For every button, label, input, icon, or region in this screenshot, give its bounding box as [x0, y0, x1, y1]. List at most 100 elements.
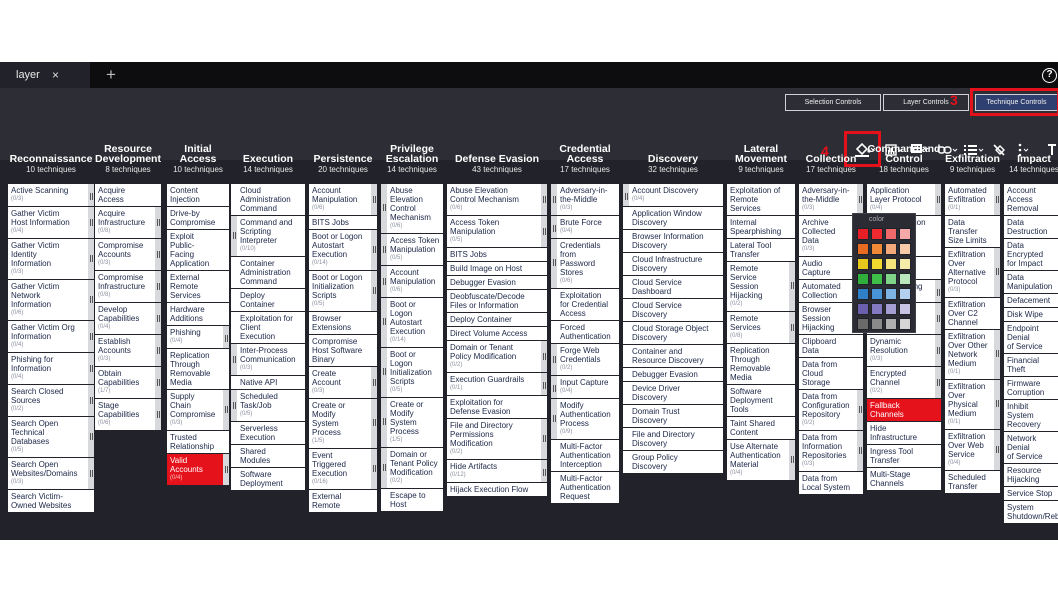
technique-cell[interactable]: Domain Trust Discovery [623, 405, 723, 428]
technique-cell[interactable]: Phishing for Information (0/4) [8, 353, 94, 385]
technique-cell[interactable]: Debugger Evasion [447, 276, 547, 290]
technique-cell[interactable]: Compromise Accounts (0/3) [95, 239, 161, 271]
subtechnique-expand-handle[interactable] [994, 330, 1000, 379]
technique-cell[interactable]: Event Triggered Execution (0/16) [309, 449, 377, 490]
color-swatch[interactable] [899, 258, 911, 270]
technique-cell[interactable]: Modify Authentication Process (0/9) [551, 399, 619, 440]
color-swatch[interactable] [885, 273, 897, 285]
tactic-header[interactable]: Initial Access 10 techniques [167, 144, 229, 174]
tactic-header[interactable]: Exfiltration 9 techniques [945, 144, 1000, 174]
technique-cell[interactable]: Stage Capabilities (0/6) [95, 399, 161, 431]
technique-cell[interactable]: Serverless Execution [231, 422, 305, 445]
technique-cell[interactable]: Exfiltration Over C2 Channel [945, 298, 1000, 330]
technique-cell[interactable]: Application Layer Protocol (0/4) [867, 184, 941, 216]
selection-controls-tab[interactable]: Selection Controls [785, 94, 881, 111]
subtechnique-expand-handle[interactable] [551, 216, 557, 238]
technique-cell[interactable]: Fallback Channels [867, 399, 941, 422]
technique-cell[interactable]: Data Encrypted for Impact [1004, 239, 1058, 271]
technique-cell[interactable]: Hardware Additions [167, 303, 229, 326]
technique-cell[interactable]: Group Policy Discovery [623, 451, 723, 474]
technique-cell[interactable]: BITS Jobs [447, 248, 547, 262]
technique-cell[interactable]: Hide Infrastructure [867, 422, 941, 445]
technique-cell[interactable]: Abuse Elevation Control Mechanism (0/6) [447, 184, 547, 216]
technique-cell[interactable]: Data Destruction [1004, 216, 1058, 239]
technique-cell[interactable]: Browser Information Discovery [623, 230, 723, 253]
technique-cell[interactable]: Deploy Container [231, 289, 305, 312]
subtechnique-expand-handle[interactable] [88, 385, 94, 416]
technique-cell[interactable]: SystemShutdown/Reboot [1004, 501, 1058, 524]
technique-cell[interactable]: Boot or Logon Autostart Execution (0/14) [309, 230, 377, 271]
technique-cell[interactable]: Domain or Tenant Policy Modification (0/2) [381, 448, 443, 489]
tactic-header[interactable]: Credential Access 17 techniques [551, 144, 619, 174]
technique-cell[interactable]: Hide Artifacts (0/12) [447, 460, 547, 483]
subtechnique-expand-handle[interactable] [155, 207, 161, 238]
technique-cell[interactable]: External Remote [309, 490, 377, 513]
help-icon[interactable]: ? [1042, 68, 1057, 83]
technique-cell[interactable]: Inhibit System Recovery [1004, 400, 1058, 432]
subtechnique-expand-handle[interactable] [789, 262, 795, 311]
subtechnique-expand-handle[interactable] [381, 184, 387, 233]
technique-cell[interactable]: Financial Theft [1004, 354, 1058, 377]
technique-cell[interactable]: Forced Authentication [551, 321, 619, 344]
subtechnique-expand-handle[interactable] [541, 373, 547, 395]
technique-cell[interactable]: Gather Victim Host Information (0/4) [8, 207, 94, 239]
technique-cell[interactable]: Exfiltration Over Other Network Medium (0/1) [945, 330, 1000, 380]
technique-cell[interactable]: Phishing (0/4) [167, 326, 229, 349]
technique-cell[interactable]: Endpoint Denial of Service [1004, 322, 1058, 354]
subtechnique-expand-handle[interactable] [789, 440, 795, 480]
technique-cell[interactable]: Software Deployment Tools [727, 385, 795, 417]
subtechnique-expand-handle[interactable] [231, 216, 237, 256]
technique-cell[interactable]: Network Denial of Service [1004, 432, 1058, 464]
subtechnique-expand-handle[interactable] [155, 303, 161, 334]
technique-cell[interactable]: Service Stop [1004, 487, 1058, 501]
technique-cell[interactable]: Boot or Logon Initialization Scripts (0/5) [309, 271, 377, 312]
color-swatch[interactable] [857, 243, 869, 255]
color-swatch[interactable] [857, 273, 869, 285]
color-swatch[interactable] [871, 303, 883, 315]
technique-cell[interactable]: Dynamic Resolution (0/3) [867, 335, 941, 367]
technique-cell[interactable]: Scheduled Transfer [945, 471, 1000, 494]
technique-cell[interactable]: Credentials from Password Stores (0/6) [551, 239, 619, 289]
technique-cell[interactable]: Account Manipulation (0/6) [381, 266, 443, 298]
subtechnique-expand-handle[interactable] [155, 271, 161, 302]
tactic-header[interactable]: Discovery 32 techniques [623, 144, 723, 174]
technique-cell[interactable]: Abuse Elevation Control Mechanism (0/6) [381, 184, 443, 234]
technique-cell[interactable]: Automated Exfiltration (0/1) [945, 184, 1000, 216]
subtechnique-expand-handle[interactable] [541, 341, 547, 372]
technique-cell[interactable]: Boot or Logon Autostart Execution (0/14) [381, 298, 443, 348]
color-swatch[interactable] [871, 258, 883, 270]
technique-cell[interactable]: Resource Hijacking [1004, 464, 1058, 487]
subtechnique-expand-handle[interactable] [371, 184, 377, 215]
technique-cell[interactable]: Multi-Stage Channels [867, 468, 941, 491]
subtechnique-expand-handle[interactable] [155, 239, 161, 270]
technique-cell[interactable]: Exploitation for Defense Evasion [447, 396, 547, 419]
subtechnique-expand-handle[interactable] [541, 460, 547, 482]
technique-cell[interactable]: Data from Information Repositories (0/3) [799, 431, 863, 472]
technique-cell[interactable]: Firmware Corruption [1004, 377, 1058, 400]
close-icon[interactable]: × [52, 68, 59, 82]
technique-cell[interactable]: Cloud Storage Object Discovery [623, 322, 723, 345]
tactic-header[interactable]: Impact 14 techniques [1004, 144, 1058, 174]
technique-cell[interactable]: Data from Cloud Storage [799, 358, 863, 390]
technique-cell[interactable]: Data from Local System [799, 472, 863, 495]
subtechnique-expand-handle[interactable] [88, 321, 94, 352]
color-swatch[interactable] [871, 228, 883, 240]
tactic-header[interactable]: Lateral Movement 9 techniques [727, 144, 795, 174]
subtechnique-expand-handle[interactable] [935, 280, 941, 302]
technique-cell[interactable]: Multi-Factor Authentication Interception [551, 440, 619, 472]
technique-cell[interactable]: Forge Web Credentials (0/2) [551, 344, 619, 376]
subtechnique-expand-handle[interactable] [551, 376, 557, 398]
technique-cell[interactable]: Acquire Infrastructure (0/8) [95, 207, 161, 239]
technique-cell[interactable]: Software Deployment [231, 468, 305, 491]
technique-cell[interactable]: Remote Services (0/8) [727, 312, 795, 344]
technique-cell[interactable]: Execution Guardrails (0/1) [447, 373, 547, 396]
tactic-header[interactable]: Collection 17 techniques [799, 144, 863, 174]
technique-cell[interactable]: Application Window Discovery [623, 207, 723, 230]
color-swatch[interactable] [899, 318, 911, 330]
subtechnique-expand-handle[interactable] [155, 367, 161, 398]
subtechnique-expand-handle[interactable] [371, 399, 377, 448]
subtechnique-expand-handle[interactable] [155, 335, 161, 366]
color-swatch[interactable] [885, 288, 897, 300]
technique-cell[interactable]: Debugger Evasion [623, 368, 723, 382]
tactic-header[interactable]: Command and Control 18 techniques [867, 144, 941, 174]
